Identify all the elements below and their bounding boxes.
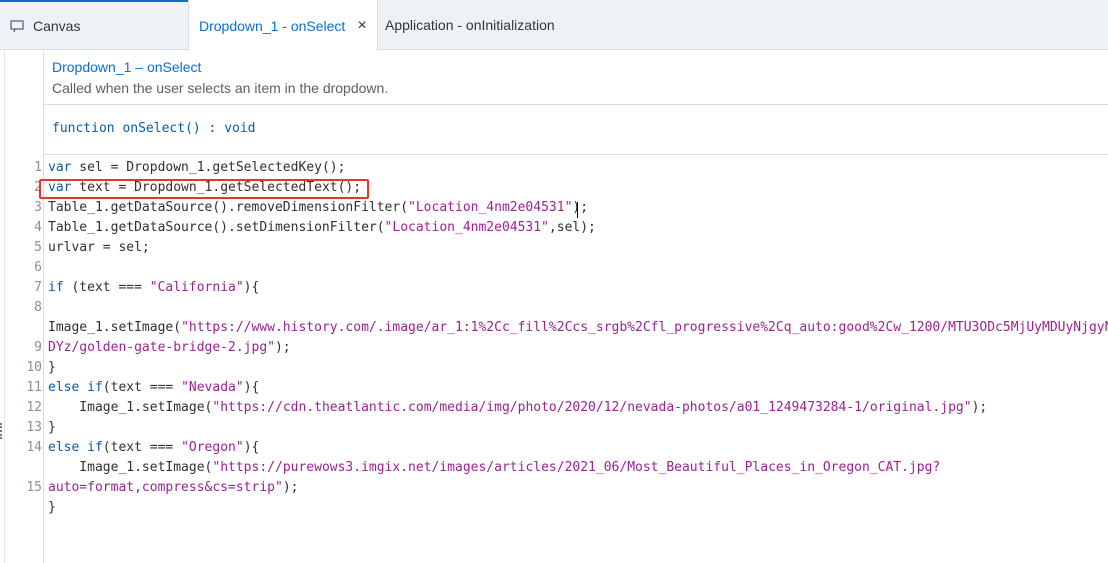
line-number: 14: [26, 440, 42, 455]
code-line: Table_1.getDataSource().removeDimensionF…: [48, 198, 588, 218]
resize-handle[interactable]: [0, 423, 5, 439]
code-token: "https://www.history.com/.image/ar_1:1%2…: [181, 320, 1108, 335]
line-number: 9: [34, 340, 42, 355]
code-token: "California": [149, 280, 244, 295]
code-token: Table_1.getDataSource().setDimensionFilt…: [48, 220, 385, 235]
code-token: ,sel);: [548, 220, 596, 235]
code-token: Image_1.setImage(: [48, 460, 213, 475]
code-token: auto=format,compress&cs=strip": [48, 480, 283, 495]
code-token: Table_1.getDataSource().removeDimensionF…: [48, 200, 409, 215]
event-header: Dropdown_1 – onSelect Called when the us…: [44, 51, 1108, 155]
code-line: else if(text === "Nevada"){: [48, 378, 259, 398]
tab-onselect-label: Dropdown_1 - onSelect: [199, 17, 346, 34]
code-token: "https://purewows3.imgix.net/images/arti…: [212, 460, 941, 475]
code-line: auto=format,compress&cs=strip");: [48, 478, 298, 498]
code-token: var: [48, 160, 72, 175]
code-token: );: [971, 400, 988, 415]
tab-canvas[interactable]: Canvas: [0, 0, 188, 50]
line-number: 3: [34, 200, 42, 215]
code-token: (text ===: [102, 380, 182, 395]
tab-canvas-label: Canvas: [33, 18, 81, 34]
line-number: 15: [26, 480, 42, 495]
code-token: (text ===: [102, 440, 182, 455]
function-signature: function onSelect() : void: [52, 121, 256, 136]
code-token: sel = Dropdown_1.getSelectedKey();: [71, 160, 346, 175]
code-token: }: [48, 360, 56, 375]
code-token: "https://cdn.theatlantic.com/media/img/p…: [212, 400, 972, 415]
code-line: }: [48, 358, 56, 378]
line-number: 10: [26, 360, 42, 375]
code-line: var sel = Dropdown_1.getSelectedKey();: [48, 158, 345, 178]
line-number: 6: [34, 260, 42, 275]
line-number: 11: [26, 380, 42, 395]
line-number: 13: [26, 420, 42, 435]
code-token: "Location_4nm2e04531": [408, 200, 573, 215]
signature-return-type: void: [224, 121, 256, 136]
code-line: Table_1.getDataSource().setDimensionFilt…: [48, 218, 596, 238]
line-number: 8: [34, 300, 42, 315]
header-divider: [44, 104, 1108, 105]
event-description: Called when the user selects an item in …: [52, 80, 389, 96]
left-panel-edge: [0, 50, 5, 563]
tab-oninit-label: Application - onInitialization: [385, 17, 555, 33]
canvas-icon: [10, 19, 24, 32]
highlight-box: [39, 179, 369, 199]
code-token: );: [572, 200, 589, 215]
tab-dropdown-onselect[interactable]: Dropdown_1 - onSelect ×: [188, 0, 378, 51]
code-token: urlvar = sel;: [48, 240, 150, 255]
code-token: if: [48, 280, 64, 295]
code-line: Image_1.setImage("https://purewows3.imgi…: [48, 458, 940, 478]
text-cursor: [577, 202, 578, 218]
code-line: urlvar = sel;: [48, 238, 150, 258]
tab-application-oninitialization[interactable]: Application - onInitialization: [385, 0, 585, 50]
code-token: else if: [48, 380, 103, 395]
code-token: "Oregon": [181, 440, 244, 455]
line-number: 7: [34, 280, 42, 295]
code-line: else if(text === "Oregon"){: [48, 438, 259, 458]
code-line: DYz/golden-gate-bridge-2.jpg");: [48, 338, 291, 358]
line-number: 12: [26, 400, 42, 415]
code-token: ){: [243, 280, 260, 295]
code-token: (text ===: [63, 280, 150, 295]
code-token: "Nevada": [181, 380, 244, 395]
code-token: DYz/golden-gate-bridge-2.jpg": [48, 340, 275, 355]
signature-keyword: function: [52, 121, 115, 136]
signature-name: onSelect() :: [114, 121, 225, 136]
editor-tab-bar: Canvas Dropdown_1 - onSelect × Applicati…: [0, 0, 1108, 51]
code-token: ){: [243, 440, 260, 455]
code-token: ){: [243, 380, 260, 395]
line-number: 1: [34, 160, 42, 175]
code-token: }: [48, 500, 56, 515]
code-line: if (text === "California"){: [48, 278, 259, 298]
code-token: else if: [48, 440, 103, 455]
code-line: Image_1.setImage("https://www.history.co…: [48, 318, 1108, 338]
code-line: }: [48, 498, 56, 518]
code-line: Image_1.setImage("https://cdn.theatlanti…: [48, 398, 987, 418]
gutter-divider: [43, 51, 44, 563]
line-number: 4: [34, 220, 42, 235]
code-token: Image_1.setImage(: [48, 320, 182, 335]
close-icon[interactable]: ×: [357, 17, 366, 35]
event-title: Dropdown_1 – onSelect: [52, 59, 202, 75]
code-token: "Location_4nm2e04531": [384, 220, 549, 235]
code-token: );: [282, 480, 299, 495]
line-number: 5: [34, 240, 42, 255]
code-token: );: [274, 340, 291, 355]
code-token: }: [48, 420, 56, 435]
code-token: Image_1.setImage(: [48, 400, 213, 415]
code-line: }: [48, 418, 56, 438]
